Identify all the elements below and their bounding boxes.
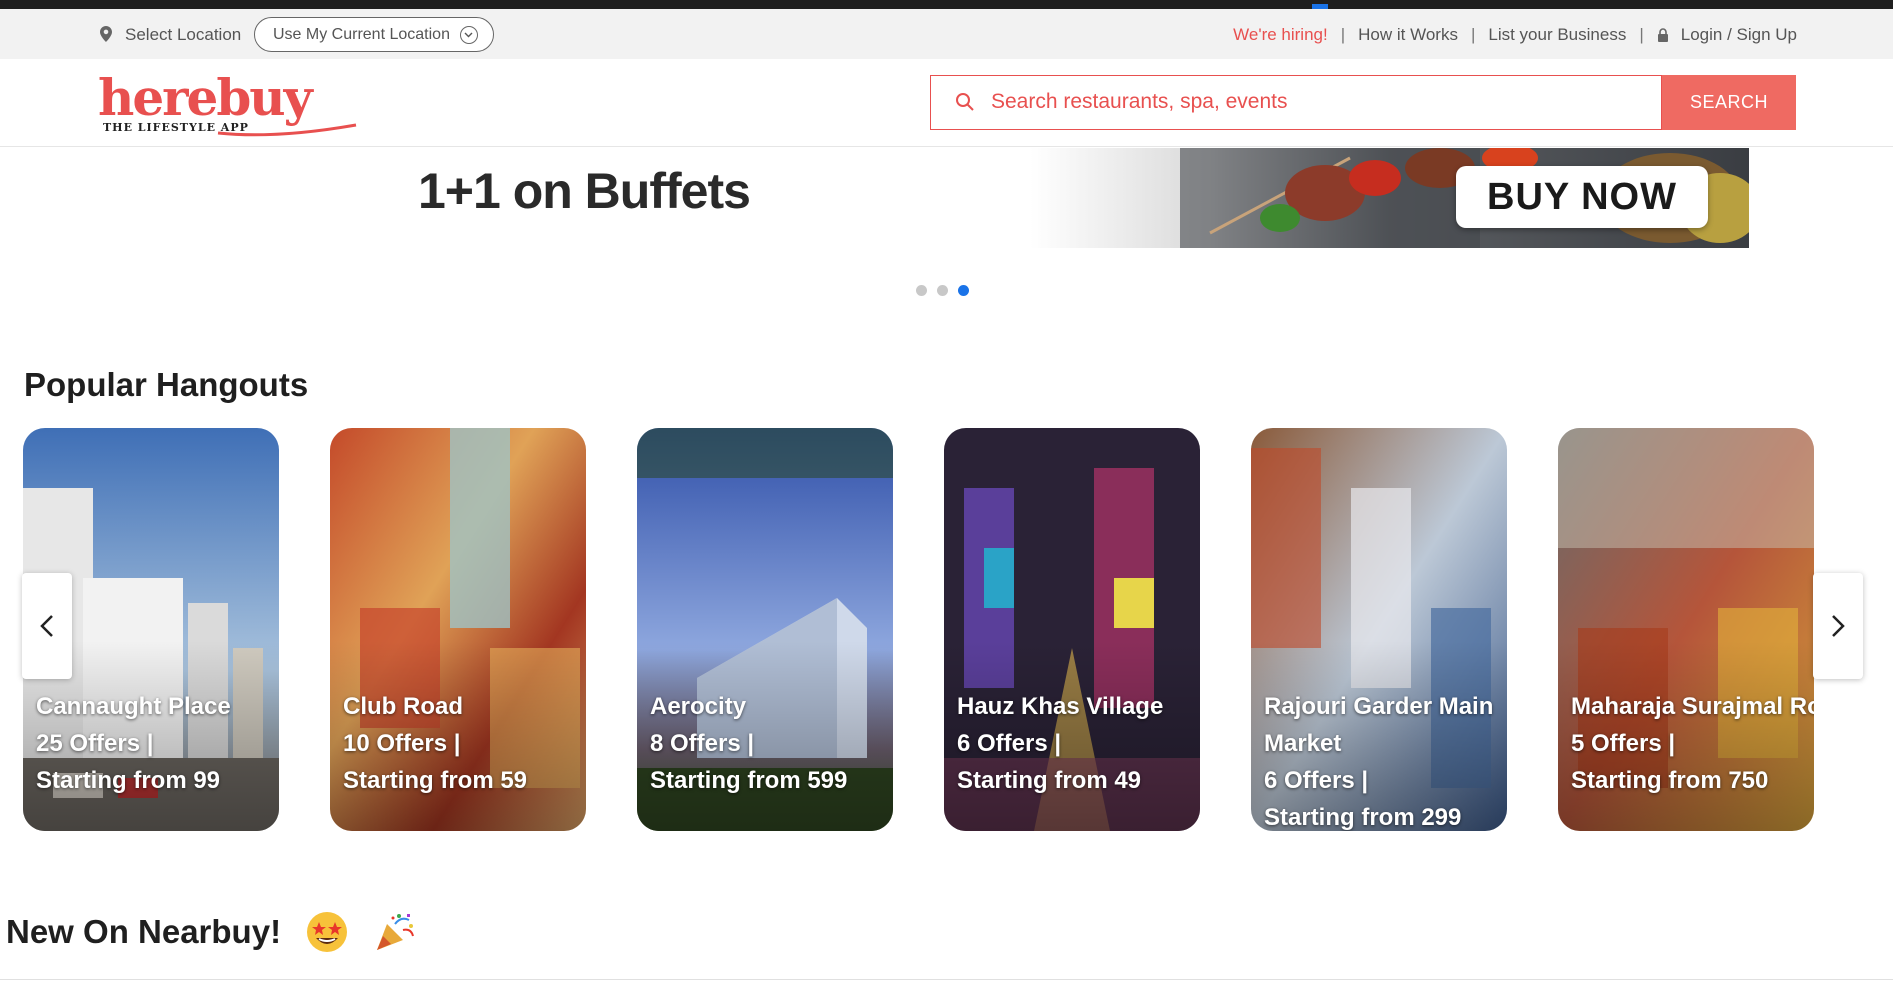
carousel-dot[interactable]	[937, 285, 948, 296]
utility-bar: Select Location Use My Current Location …	[0, 9, 1893, 59]
card-starting-price: Starting from 49	[957, 767, 1142, 794]
list-business-link[interactable]: List your Business	[1488, 25, 1626, 45]
logo-swoosh	[217, 123, 357, 137]
hiring-link[interactable]: We're hiring!	[1233, 25, 1328, 45]
card-title: Hauz Khas Village	[957, 693, 1164, 720]
card-offers: 8 Offers |	[650, 730, 755, 757]
card-starting-price: Starting from 59	[343, 767, 528, 794]
new-on-nearbuy-title: New On Nearbuy!	[6, 910, 417, 954]
card-title: Cannaught Place	[36, 693, 231, 720]
hangout-cards: Cannaught Place 25 Offers | Starting fro…	[23, 428, 1893, 833]
card-title: Aerocity	[650, 693, 747, 720]
use-current-location-button[interactable]: Use My Current Location	[254, 17, 494, 52]
hangout-card[interactable]: Rajouri Garder Main Market 6 Offers | St…	[1251, 428, 1507, 831]
card-starting-price: Starting from 99	[36, 767, 221, 794]
select-location-link[interactable]: Select Location	[125, 25, 241, 45]
hangout-card[interactable]: Aerocity 8 Offers | Starting from 599	[637, 428, 893, 831]
card-starting-price: Starting from 599	[650, 767, 848, 794]
promo-banner[interactable]: 1+1 on Buffets BUY NOW	[400, 148, 1749, 248]
card-starting-price: Starting from 299	[1264, 804, 1462, 831]
card-info: Hauz Khas Village 6 Offers | Starting fr…	[957, 688, 1200, 799]
card-info: Club Road 10 Offers | Starting from 59	[343, 688, 586, 799]
page-bottom-divider	[0, 979, 1893, 980]
card-info: Rajouri Garder Main Market 6 Offers | St…	[1264, 688, 1504, 831]
separator: |	[1340, 25, 1346, 44]
card-offers: 6 Offers |	[1264, 767, 1369, 794]
search-button[interactable]: SEARCH	[1662, 75, 1796, 130]
separator: |	[1470, 25, 1476, 44]
carousel-dot-active[interactable]	[958, 285, 969, 296]
card-info: Cannaught Place 25 Offers | Starting fro…	[36, 688, 279, 799]
carousel-next-button[interactable]	[1813, 573, 1863, 679]
separator: |	[1639, 25, 1644, 44]
banner-headline: 1+1 on Buffets	[418, 163, 751, 219]
card-starting-price: Starting from 750	[1571, 767, 1769, 794]
search-box	[930, 75, 1662, 130]
search-icon	[956, 93, 974, 111]
login-signup-link[interactable]: Login / Sign Up	[1681, 25, 1797, 45]
card-title: Maharaja Surajmal Road	[1571, 693, 1814, 720]
star-struck-emoji-icon	[307, 912, 348, 952]
card-offers: 25 Offers |	[36, 730, 154, 757]
card-info: Maharaja Surajmal Road 5 Offers | Starti…	[1571, 688, 1814, 799]
window-top-edge	[0, 0, 1893, 9]
popular-hangouts-title: Popular Hangouts	[24, 366, 309, 403]
location-pin-icon	[100, 26, 112, 42]
card-info: Aerocity 8 Offers | Starting from 599	[650, 688, 893, 799]
lock-icon	[1657, 28, 1668, 42]
main-header: herebuy THE LIFESTYLE APP SEARCH	[0, 59, 1893, 147]
chevron-right-icon	[1832, 615, 1845, 637]
utility-links: We're hiring! | How it Works | List your…	[1233, 25, 1797, 45]
carousel-prev-button[interactable]	[22, 573, 72, 679]
card-title: Rajouri Garder Main Market	[1264, 693, 1494, 757]
logo-wordmark: herebuy	[98, 68, 313, 127]
new-section-heading: New On Nearbuy!	[6, 913, 282, 950]
buy-now-button[interactable]: BUY NOW	[1456, 166, 1708, 228]
brand-logo[interactable]: herebuy THE LIFESTYLE APP	[98, 68, 357, 137]
carousel-dots	[916, 285, 969, 296]
card-offers: 5 Offers |	[1571, 730, 1676, 757]
chevron-down-icon	[459, 25, 478, 44]
how-it-works-link[interactable]: How it Works	[1358, 25, 1458, 45]
hangout-card[interactable]: Club Road 10 Offers | Starting from 59	[330, 428, 586, 831]
chevron-left-icon	[40, 615, 53, 637]
hangout-card[interactable]: Maharaja Surajmal Road 5 Offers | Starti…	[1558, 428, 1814, 831]
card-offers: 6 Offers |	[957, 730, 1062, 757]
search-input[interactable]	[991, 76, 1591, 128]
carousel-dot[interactable]	[916, 285, 927, 296]
party-popper-emoji-icon	[377, 914, 415, 950]
use-location-label: Use My Current Location	[273, 25, 450, 43]
card-title: Club Road	[343, 693, 463, 720]
card-offers: 10 Offers |	[343, 730, 461, 757]
hangout-card[interactable]: Hauz Khas Village 6 Offers | Starting fr…	[944, 428, 1200, 831]
